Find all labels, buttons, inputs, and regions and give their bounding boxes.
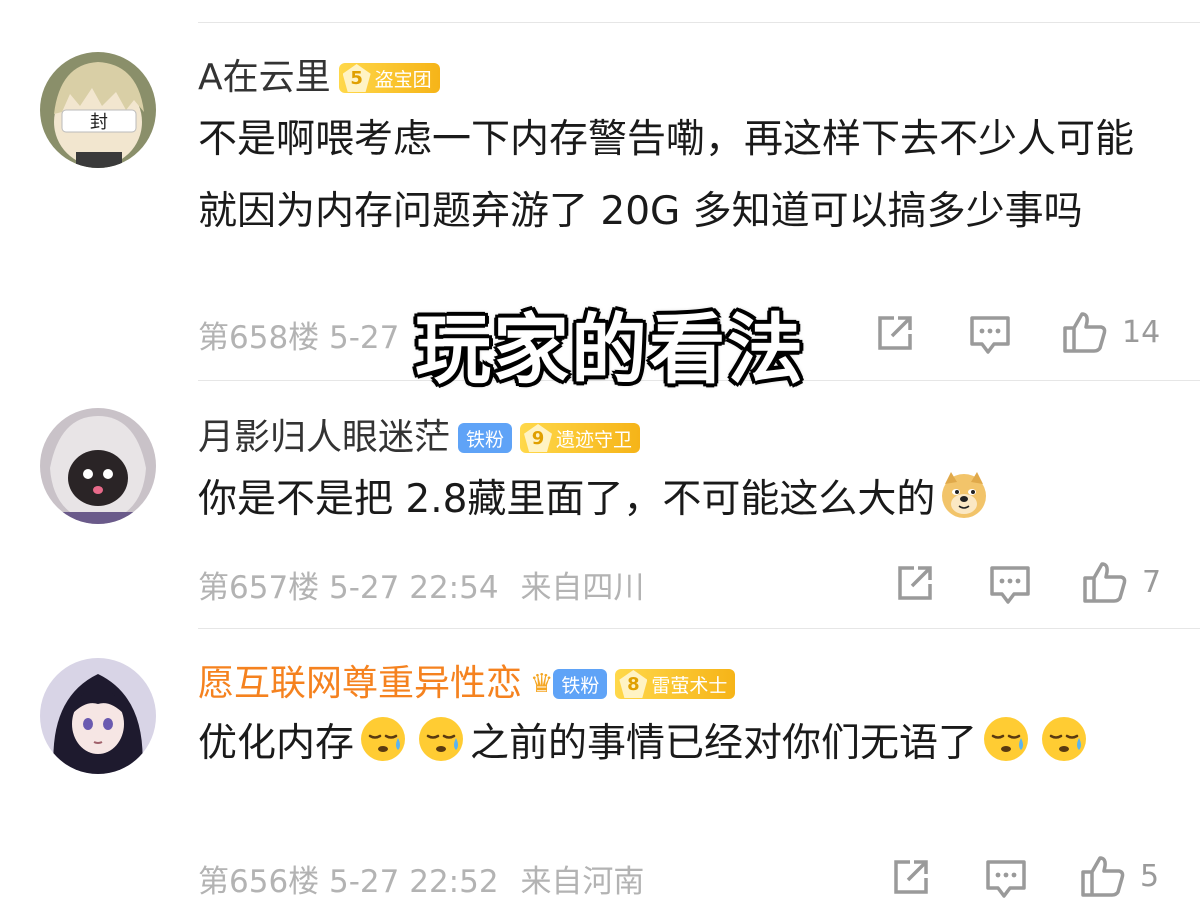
reply-button[interactable]	[988, 562, 1032, 606]
level-title: 雷萤术士	[651, 674, 728, 697]
reply-icon	[990, 566, 1030, 604]
comment-item: 愿互联网尊重异性恋 ♛ 铁粉 8 雷萤术士 优化内存 之前的事情已经对你们无语了 …	[0, 628, 1200, 903]
share-button[interactable]	[874, 312, 916, 354]
like-button[interactable]: 7	[1082, 560, 1161, 604]
reply-icon	[986, 860, 1026, 898]
level-number: 8	[619, 670, 648, 698]
level-title: 遗迹守卫	[556, 428, 633, 451]
sweat-emoji	[361, 717, 406, 761]
avatar-image	[40, 408, 156, 524]
sweat-emoji	[984, 717, 1029, 761]
comment-text-part2: 之前的事情已经对你们无语了	[470, 721, 978, 766]
like-button[interactable]: 14	[1062, 310, 1160, 354]
like-icon	[1081, 856, 1125, 897]
avatar[interactable]	[40, 658, 156, 774]
reply-button[interactable]	[968, 312, 1012, 356]
fan-badge: 铁粉	[553, 669, 608, 699]
comment-meta: 第658楼 5-27	[198, 320, 400, 356]
share-icon	[878, 316, 912, 350]
comment-item: 月影归人眼迷茫 铁粉 9 遗迹守卫 你是不是把 2.8藏里面了，不可能这么大的 …	[0, 380, 1200, 628]
level-badge: 8 雷萤术士	[615, 669, 736, 699]
crown-icon: ♛	[530, 669, 554, 699]
level-badge: 9 遗迹守卫	[520, 423, 641, 453]
sweat-emoji	[1042, 717, 1087, 761]
location: 来自四川	[520, 570, 645, 606]
username[interactable]: 愿互联网尊重异性恋	[198, 662, 522, 706]
comment-meta: 第656楼 5-27 22:52 来自河南	[198, 856, 644, 901]
svg-text:封: 封	[90, 112, 108, 133]
level-number: 5	[342, 64, 371, 92]
share-icon	[894, 860, 928, 894]
avatar-image: 封	[40, 52, 156, 168]
share-icon	[898, 566, 932, 600]
comment-text: 优化内存 之前的事情已经对你们无语了	[198, 712, 1158, 776]
username[interactable]: 月影归人眼迷茫	[198, 416, 450, 460]
comment-meta: 第657楼 5-27 22:54 来自四川	[198, 562, 644, 607]
fan-badge: 铁粉	[458, 423, 513, 453]
like-icon	[1083, 562, 1127, 603]
comment-text-part1: 优化内存	[198, 721, 355, 766]
location: 来自河南	[520, 864, 645, 900]
like-button[interactable]: 5	[1080, 854, 1159, 898]
like-icon	[1063, 312, 1107, 353]
share-button[interactable]	[890, 856, 932, 898]
avatar-image	[40, 658, 156, 774]
like-count: 14	[1122, 314, 1161, 350]
avatar[interactable]: 封	[40, 52, 156, 168]
comment-text: 不是啊喂考虑一下内存警告嘞，再这样下去不少人可能就因为内存问题弃游了 20G 多…	[198, 117, 1135, 234]
like-count: 5	[1140, 858, 1160, 894]
username[interactable]: A在云里	[198, 56, 331, 100]
share-button[interactable]	[894, 562, 936, 604]
overlay-caption: 玩家的看法	[415, 305, 805, 394]
level-number: 9	[524, 424, 553, 452]
level-badge: 5 盗宝团	[338, 63, 440, 93]
reply-button[interactable]	[984, 856, 1028, 900]
comment-text: 你是不是把 2.8藏里面了，不可能这么大的	[198, 464, 1158, 536]
reply-icon	[970, 316, 1010, 354]
level-title: 盗宝团	[374, 68, 432, 91]
avatar[interactable]	[40, 408, 156, 524]
floor-time: 第656楼 5-27 22:52	[198, 864, 499, 900]
doge-emoji	[942, 472, 987, 518]
floor-time: 第657楼 5-27 22:54	[198, 570, 499, 606]
sweat-emoji	[419, 717, 464, 761]
comment-text-body: 你是不是把 2.8藏里面了，不可能这么大的	[198, 477, 936, 522]
like-count: 7	[1142, 564, 1162, 600]
